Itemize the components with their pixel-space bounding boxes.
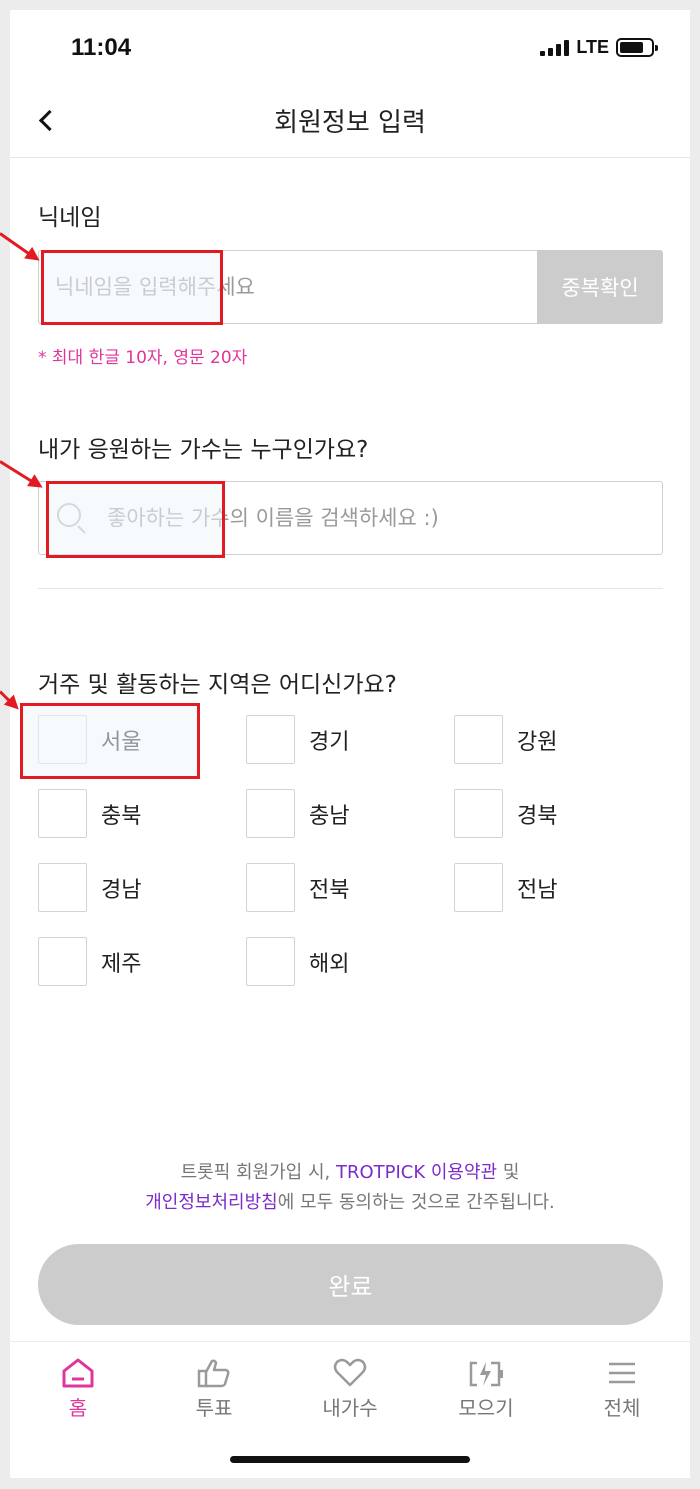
nickname-input[interactable] — [38, 250, 537, 324]
checkbox[interactable] — [38, 937, 87, 986]
page-title: 회원정보 입력 — [274, 108, 426, 138]
region-option-gyeongnam[interactable]: 경남 — [38, 863, 141, 912]
region-option-chungnam[interactable]: 충남 — [246, 789, 349, 838]
region-option-gyeongbuk[interactable]: 경북 — [454, 789, 557, 838]
screenshot-frame: 11:04 LTE 회원정보 입력 닉네임 중복확인 * 최대 한글 10자, … — [0, 0, 700, 1489]
singer-search-input[interactable] — [89, 483, 662, 553]
battery-icon — [616, 38, 658, 57]
tab-collect[interactable]: 모으기 — [418, 1342, 554, 1421]
battery-charge-icon — [466, 1356, 506, 1390]
region-option-gangwon[interactable]: 강원 — [454, 715, 557, 764]
checkbox[interactable] — [246, 715, 295, 764]
home-icon — [58, 1356, 98, 1390]
checkbox[interactable] — [454, 715, 503, 764]
checkbox[interactable] — [246, 863, 295, 912]
tab-my-singer[interactable]: 내가수 — [282, 1342, 418, 1421]
tab-vote[interactable]: 투표 — [146, 1342, 282, 1421]
region-option-chungbuk[interactable]: 충북 — [38, 789, 141, 838]
region-option-jeju[interactable]: 제주 — [38, 937, 141, 986]
menu-icon — [602, 1356, 642, 1390]
bottom-tab-bar: 홈 투표 내가수 모으기 전체 — [10, 1341, 690, 1421]
nickname-hint: * 최대 한글 10자, 영문 20자 — [38, 348, 248, 368]
region-option-jeonbuk[interactable]: 전북 — [246, 863, 349, 912]
terms-notice: 트롯픽 회원가입 시, TROTPICK 이용약관 및 개인정보처리방침에 모두… — [145, 1162, 555, 1213]
region-label: 거주 및 활동하는 지역은 어디신가요? — [38, 672, 397, 698]
checkbox[interactable] — [38, 863, 87, 912]
network-type: LTE — [576, 37, 609, 57]
region-option-overseas[interactable]: 해외 — [246, 937, 349, 986]
submit-button[interactable]: 완료 — [38, 1244, 663, 1325]
thumbs-up-icon — [194, 1356, 234, 1390]
phone-screen: 11:04 LTE 회원정보 입력 닉네임 중복확인 * 최대 한글 10자, … — [10, 10, 690, 1478]
checkbox[interactable] — [246, 789, 295, 838]
region-option-gyeonggi[interactable]: 경기 — [246, 715, 349, 764]
checkbox[interactable] — [454, 789, 503, 838]
singer-label: 내가 응원하는 가수는 누구인가요? — [38, 437, 369, 463]
region-option-jeonnam[interactable]: 전남 — [454, 863, 557, 912]
duplicate-check-button[interactable]: 중복확인 — [537, 250, 663, 324]
checkbox[interactable] — [38, 789, 87, 838]
checkbox[interactable] — [454, 863, 503, 912]
tab-home[interactable]: 홈 — [10, 1342, 146, 1421]
status-indicators: LTE — [540, 37, 658, 58]
tab-all[interactable]: 전체 — [554, 1342, 690, 1421]
app-header: 회원정보 입력 — [10, 92, 690, 158]
home-indicator — [230, 1456, 470, 1463]
signal-icon — [540, 39, 570, 56]
nickname-row: 중복확인 — [38, 250, 663, 324]
terms-link[interactable]: TROTPICK 이용약관 — [336, 1162, 497, 1183]
nickname-label: 닉네임 — [38, 205, 102, 231]
section-divider — [38, 588, 663, 589]
search-icon — [55, 501, 89, 535]
checkbox[interactable] — [38, 715, 87, 764]
checkbox[interactable] — [246, 937, 295, 986]
heart-icon — [330, 1356, 370, 1390]
region-option-seoul[interactable]: 서울 — [38, 715, 141, 764]
status-time: 11:04 — [71, 34, 132, 61]
privacy-link[interactable]: 개인정보처리방침 — [145, 1192, 277, 1213]
singer-search-box[interactable] — [38, 481, 663, 555]
